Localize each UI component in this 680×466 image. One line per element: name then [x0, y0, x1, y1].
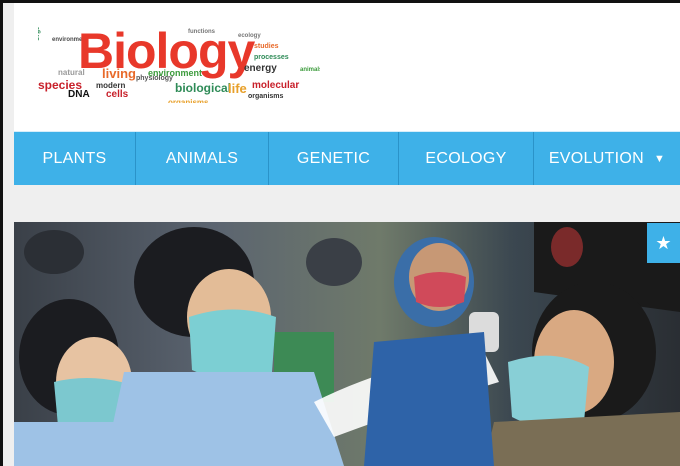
logo-word: animals — [300, 67, 320, 73]
nav-item-label: EVOLUTION — [548, 149, 644, 167]
logo-word: energy — [244, 63, 277, 74]
featured-badge[interactable]: ★ — [647, 223, 680, 263]
logo-word: processes — [254, 54, 289, 61]
logo-word: cells — [106, 89, 129, 100]
logo-word: organisms — [248, 93, 284, 100]
chevron-down-icon: ▼ — [653, 152, 666, 165]
logo-word: environment — [148, 68, 203, 78]
star-icon: ★ — [655, 232, 672, 253]
nav-item-ecology[interactable]: ECOLOGY — [399, 132, 534, 185]
logo-word: studies — [254, 43, 279, 50]
nav-item-label: ANIMALS — [165, 149, 239, 167]
logo-word: natural — [58, 68, 85, 77]
nav-item-label: GENETIC — [296, 149, 371, 167]
logo-word: molecular — [252, 80, 300, 91]
logo-word: organisms — [168, 98, 209, 104]
nav-item-label: PLANTS — [42, 149, 107, 167]
logo-word: life — [228, 81, 247, 96]
left-border — [0, 0, 3, 466]
featured-photo[interactable] — [14, 222, 680, 466]
site-logo[interactable]: organism environment Biology natural liv… — [38, 27, 320, 103]
logo-word: functions — [188, 29, 215, 35]
logo-word: biological — [175, 81, 232, 95]
logo-word: DNA — [68, 89, 90, 100]
nav-item-evolution[interactable]: EVOLUTION ▼ — [534, 132, 680, 185]
featured-photo-art — [14, 222, 680, 466]
main-nav: PLANTS ANIMALS GENETIC ECOLOGY EVOLUTION… — [14, 131, 680, 185]
nav-item-animals[interactable]: ANIMALS — [136, 132, 269, 185]
logo-word: organism — [38, 27, 41, 41]
nav-item-genetic[interactable]: GENETIC — [269, 132, 399, 185]
nav-item-plants[interactable]: PLANTS — [14, 132, 136, 185]
logo-word: living — [102, 66, 136, 81]
logo-word: ecology — [238, 33, 261, 39]
nav-item-label: ECOLOGY — [425, 149, 507, 167]
